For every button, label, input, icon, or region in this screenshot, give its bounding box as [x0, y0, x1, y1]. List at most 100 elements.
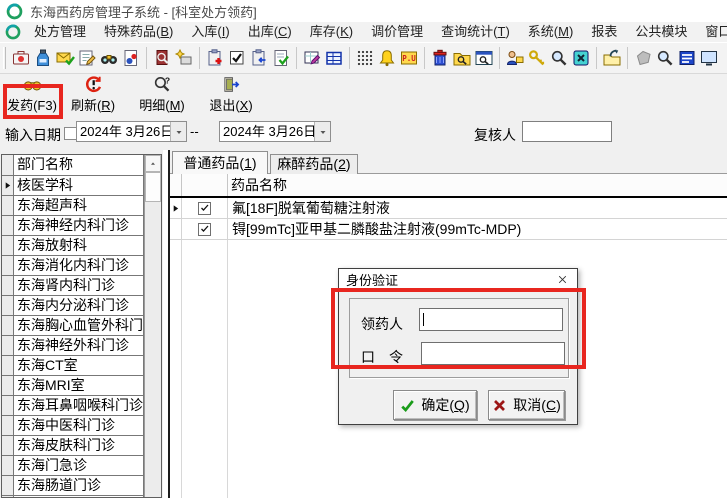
department-name[interactable]: 东海MRI室 — [14, 376, 144, 396]
password-input[interactable] — [421, 342, 565, 365]
toolbar-grip[interactable] — [3, 47, 6, 69]
grid-edit-icon[interactable] — [301, 46, 323, 70]
department-name[interactable]: 东海中医科门诊 — [14, 416, 144, 436]
svg-text:P.U: P.U — [402, 54, 416, 63]
tab-normal-drugs[interactable]: 普通药品(1) — [172, 151, 268, 174]
department-row[interactable]: 东海放射科 — [2, 236, 144, 256]
drug-row[interactable]: 氟[18F]脱氧葡萄糖注射液 — [170, 198, 727, 219]
magnifier-icon[interactable] — [548, 46, 570, 70]
menu-item[interactable]: 出库(C) — [239, 22, 301, 42]
action-button-exit[interactable]: 退出(X) — [202, 75, 260, 119]
scrollbar-thumb[interactable] — [145, 172, 161, 202]
department-row[interactable]: 东海神经内科门诊 — [2, 216, 144, 236]
department-name[interactable]: 东海皮肤科门诊 — [14, 436, 144, 456]
drug-row[interactable]: 锝[99mTc]亚甲基二膦酸盐注射液(99mTc-MDP) — [170, 219, 727, 240]
first-aid-kit-icon[interactable] — [10, 46, 32, 70]
reviewer-input[interactable] — [522, 121, 612, 142]
drug-name[interactable]: 氟[18F]脱氧葡萄糖注射液 — [228, 198, 727, 219]
department-name[interactable]: 东海门急诊 — [14, 456, 144, 476]
doc-check-icon[interactable] — [270, 46, 292, 70]
menu-item[interactable]: 库存(K) — [301, 22, 362, 42]
menu-item[interactable]: 特殊药品(B) — [95, 22, 182, 42]
department-row[interactable]: 东海门急诊 — [2, 456, 144, 476]
department-name[interactable]: 东海超声科 — [14, 196, 144, 216]
tab-narcotic-drugs[interactable]: 麻醉药品(2) — [270, 154, 358, 174]
medicine-bottle-icon[interactable] — [32, 46, 54, 70]
person-folder-icon[interactable] — [504, 46, 526, 70]
bell-icon[interactable] — [376, 46, 398, 70]
department-name[interactable]: 东海神经内科门诊 — [14, 216, 144, 236]
department-row[interactable]: 东海内分泌科门诊 — [2, 296, 144, 316]
department-row[interactable]: 核医学科 — [2, 176, 144, 196]
folder-search-icon[interactable] — [451, 46, 473, 70]
checked-box-icon[interactable] — [226, 46, 248, 70]
menu-item[interactable]: 报表 — [582, 22, 626, 42]
department-name[interactable]: 东海内分泌科门诊 — [14, 296, 144, 316]
date-to-picker[interactable]: 2024年 3月26日 — [219, 121, 331, 142]
pu-box-icon[interactable]: P.U — [398, 46, 420, 70]
dialog-title-bar[interactable]: 身份验证 — [339, 269, 577, 290]
department-row[interactable]: 东海肾内科门诊 — [2, 276, 144, 296]
department-row[interactable]: 东海胸心血管外科门诊 — [2, 316, 144, 336]
department-row[interactable]: 东海CT室 — [2, 356, 144, 376]
confirm-button[interactable]: 确定(Q) — [393, 390, 477, 420]
department-row[interactable]: 东海耳鼻咽喉科门诊 — [2, 396, 144, 416]
picker-name-input[interactable] — [419, 308, 563, 331]
mail-check-icon[interactable] — [54, 46, 76, 70]
binoculars-icon[interactable] — [98, 46, 120, 70]
doc-settings-icon[interactable] — [120, 46, 142, 70]
action-button-detail[interactable]: ? 明细(M) — [132, 75, 192, 119]
menu-item[interactable]: 窗口(W) — [696, 22, 727, 42]
folder-export-icon[interactable] — [601, 46, 623, 70]
menu-item[interactable]: 调价管理 — [362, 22, 432, 42]
department-name[interactable]: 东海耳鼻咽喉科门诊 — [14, 396, 144, 416]
stamp-icon[interactable] — [632, 46, 654, 70]
department-name[interactable]: 核医学科 — [14, 176, 144, 196]
sidebar-scrollbar[interactable] — [144, 155, 161, 497]
key-icon[interactable] — [526, 46, 548, 70]
menu-item[interactable]: 处方管理 — [25, 22, 95, 42]
monitor-icon[interactable] — [698, 46, 720, 70]
department-name[interactable]: 东海神经外科门诊 — [14, 336, 144, 356]
action-button-dispense[interactable]: 发药(F3) — [4, 75, 60, 119]
menu-item[interactable]: 入库(I) — [182, 22, 238, 42]
department-row[interactable]: 东海神经外科门诊 — [2, 336, 144, 356]
search-doc-icon[interactable] — [151, 46, 173, 70]
department-row[interactable]: 东海超声科 — [2, 196, 144, 216]
note-edit-icon[interactable] — [76, 46, 98, 70]
date-from-picker[interactable]: 2024年 3月26日 — [76, 121, 187, 142]
department-row[interactable]: 东海MRI室 — [2, 376, 144, 396]
grid-blue-icon[interactable] — [323, 46, 345, 70]
scrollbar-up-icon[interactable] — [145, 155, 161, 172]
magnifier2-icon[interactable] — [654, 46, 676, 70]
department-row[interactable]: 东海皮肤科门诊 — [2, 436, 144, 456]
drug-name[interactable]: 锝[99mTc]亚甲基二膦酸盐注射液(99mTc-MDP) — [228, 219, 727, 240]
department-name[interactable]: 东海CT室 — [14, 356, 144, 376]
list-box-icon[interactable] — [676, 46, 698, 70]
action-button-refresh[interactable]: 刷新(R) — [64, 75, 122, 119]
trash-icon[interactable] — [429, 46, 451, 70]
menu-item[interactable]: 公共模块 — [626, 22, 696, 42]
department-row[interactable]: 东海消化内科门诊 — [2, 256, 144, 276]
clipboard-send-icon[interactable] — [248, 46, 270, 70]
department-row[interactable]: 东海中医科门诊 — [2, 416, 144, 436]
window-search-icon[interactable] — [473, 46, 495, 70]
clipboard-add-icon[interactable] — [204, 46, 226, 70]
close-icon[interactable] — [554, 272, 570, 287]
department-name[interactable]: 东海肠道门诊 — [14, 476, 144, 496]
department-row[interactable]: 东海肠道门诊 — [2, 476, 144, 496]
new-item-icon[interactable] — [173, 46, 195, 70]
row-checkbox[interactable] — [198, 201, 211, 215]
close-box-icon[interactable] — [570, 46, 592, 70]
department-name[interactable]: 东海肾内科门诊 — [14, 276, 144, 296]
cancel-button[interactable]: 取消(C) — [488, 390, 565, 420]
chevron-down-icon[interactable] — [170, 122, 186, 141]
department-name[interactable]: 东海放射科 — [14, 236, 144, 256]
department-name[interactable]: 东海消化内科门诊 — [14, 256, 144, 276]
department-name[interactable]: 东海胸心血管外科门诊 — [14, 316, 144, 336]
menu-item[interactable]: 查询统计(T) — [432, 22, 519, 42]
menu-item[interactable]: 系统(M) — [519, 22, 583, 42]
row-checkbox[interactable] — [198, 222, 211, 236]
chevron-down-icon[interactable] — [314, 122, 330, 141]
dots-grid-icon[interactable] — [354, 46, 376, 70]
